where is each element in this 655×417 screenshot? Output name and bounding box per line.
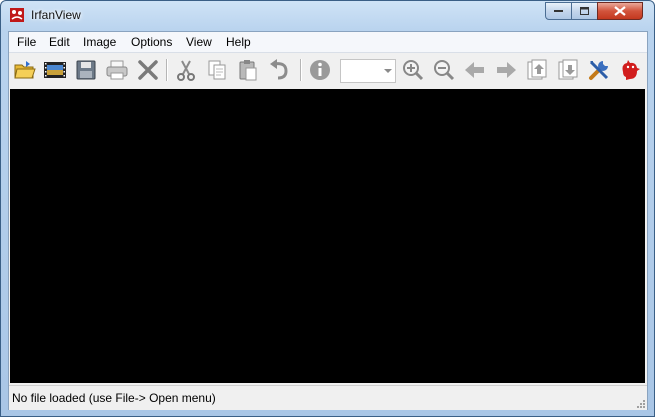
menu-file[interactable]: File — [17, 35, 36, 49]
app-window: IrfanView File Edit Image Options View H… — [0, 0, 655, 417]
paste-button[interactable] — [235, 57, 261, 83]
first-file-icon — [527, 59, 547, 80]
menu-bar: File Edit Image Options View Help — [9, 32, 647, 53]
resize-grip-icon[interactable] — [635, 398, 645, 408]
about-icon — [622, 60, 640, 80]
first-file-button[interactable] — [524, 57, 550, 83]
about-button[interactable] — [617, 57, 643, 83]
properties-icon — [589, 60, 609, 80]
irfanview-app-icon[interactable] — [9, 7, 25, 23]
next-button[interactable] — [493, 57, 519, 83]
undo-icon — [270, 59, 288, 80]
menu-edit[interactable]: Edit — [49, 35, 70, 49]
window-title: IrfanView — [31, 8, 81, 22]
zoom-in-button[interactable] — [400, 57, 426, 83]
menu-options[interactable]: Options — [131, 35, 172, 49]
info-button[interactable] — [307, 57, 333, 83]
delete-icon — [138, 60, 158, 80]
title-bar[interactable]: IrfanView — [1, 1, 654, 31]
properties-button[interactable] — [586, 57, 612, 83]
toolbar-separator — [300, 59, 302, 81]
slideshow-icon — [44, 62, 66, 78]
menu-view[interactable]: View — [186, 35, 212, 49]
toolbar-separator — [166, 59, 168, 81]
maximize-icon — [579, 6, 589, 15]
status-text: No file loaded (use File-> Open menu) — [12, 391, 216, 405]
copy-button[interactable] — [204, 57, 230, 83]
print-button[interactable] — [104, 57, 130, 83]
chevron-down-icon — [384, 69, 392, 73]
image-canvas[interactable] — [10, 89, 645, 383]
maximize-button[interactable] — [571, 2, 598, 20]
open-folder-icon — [14, 61, 36, 79]
copy-icon — [208, 60, 226, 80]
zoom-in-icon — [403, 60, 424, 81]
client-area: File Edit Image Options View Help No fil… — [8, 31, 648, 410]
slideshow-button[interactable] — [42, 57, 68, 83]
open-button[interactable] — [12, 57, 38, 83]
minimize-icon — [553, 10, 563, 12]
cut-icon — [177, 60, 195, 81]
toolbar — [9, 53, 647, 87]
close-button[interactable] — [597, 2, 643, 20]
previous-icon — [465, 62, 484, 78]
next-icon — [497, 62, 516, 78]
last-file-icon — [558, 59, 578, 80]
paste-icon — [239, 60, 257, 81]
save-button[interactable] — [73, 57, 99, 83]
print-icon — [106, 60, 128, 80]
menu-image[interactable]: Image — [83, 35, 116, 49]
undo-button[interactable] — [266, 57, 292, 83]
status-bar: No file loaded (use File-> Open menu) — [9, 385, 647, 410]
delete-button[interactable] — [135, 57, 161, 83]
minimize-button[interactable] — [545, 2, 572, 20]
last-file-button[interactable] — [555, 57, 581, 83]
close-icon — [614, 6, 626, 16]
menu-help[interactable]: Help — [226, 35, 251, 49]
zoom-out-button[interactable] — [431, 57, 457, 83]
zoom-out-icon — [434, 60, 455, 81]
info-icon — [310, 60, 330, 80]
zoom-combobox[interactable] — [340, 59, 396, 83]
previous-button[interactable] — [462, 57, 488, 83]
save-icon — [76, 60, 96, 80]
cut-button[interactable] — [173, 57, 199, 83]
